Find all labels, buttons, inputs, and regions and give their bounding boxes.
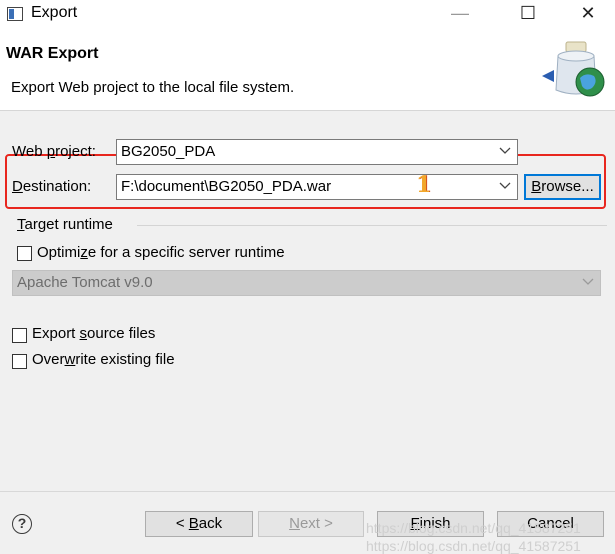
export-source-checkbox[interactable] <box>12 328 27 343</box>
chevron-down-icon <box>499 147 511 154</box>
back-button[interactable]: < Back <box>145 511 253 537</box>
title-bar: Export — ☐ ✕ <box>0 0 615 28</box>
export-app-icon <box>7 7 23 21</box>
wizard-header: WAR Export Export Web project to the loc… <box>0 28 615 111</box>
page-description: Export Web project to the local file sys… <box>11 79 295 96</box>
annotation-step-number: 1 <box>416 172 432 198</box>
close-button[interactable]: ✕ <box>565 0 611 28</box>
group-divider <box>137 225 607 226</box>
target-runtime-label: Target runtime <box>17 216 113 233</box>
export-source-label[interactable]: Export source files <box>32 325 155 342</box>
chevron-down-icon <box>582 278 594 285</box>
runtime-value: Apache Tomcat v9.0 <box>17 274 153 291</box>
help-icon[interactable]: ? <box>12 514 32 534</box>
chevron-down-icon <box>499 182 511 189</box>
web-project-label: Web project: <box>12 143 96 160</box>
maximize-button[interactable]: ☐ <box>505 0 551 28</box>
browse-button[interactable]: Browse... <box>524 174 601 200</box>
finish-button[interactable]: Finish <box>377 511 484 537</box>
optimize-runtime-checkbox[interactable] <box>17 246 32 261</box>
overwrite-checkbox[interactable] <box>12 354 27 369</box>
runtime-combo: Apache Tomcat v9.0 <box>12 270 601 296</box>
cancel-button[interactable]: Cancel <box>497 511 604 537</box>
footer-separator <box>0 491 615 492</box>
web-project-value: BG2050_PDA <box>121 143 216 160</box>
optimize-runtime-label[interactable]: Optimize for a specific server runtime <box>37 244 285 261</box>
web-project-combo[interactable]: BG2050_PDA <box>116 139 518 165</box>
war-export-banner-icon <box>542 41 605 97</box>
page-title: WAR Export <box>6 45 99 62</box>
destination-value: F:\document\BG2050_PDA.war <box>121 178 332 195</box>
destination-combo[interactable]: F:\document\BG2050_PDA.war <box>116 174 518 200</box>
watermark-text-secondary: https://blog.csdn.net/qq_41587251 <box>366 538 581 554</box>
overwrite-label[interactable]: Overwrite existing file <box>32 351 175 368</box>
minimize-button[interactable]: — <box>437 0 483 28</box>
window-title: Export <box>31 4 78 21</box>
next-button: Next > <box>258 511 364 537</box>
destination-label: Destination: <box>12 178 92 195</box>
